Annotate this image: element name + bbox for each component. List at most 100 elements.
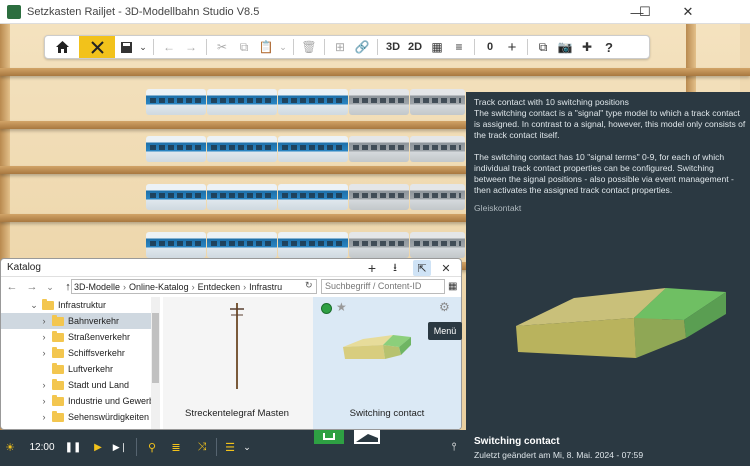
settings-sliders-icon[interactable]: ⫯ <box>446 438 462 456</box>
maximize-button[interactable]: ☐ <box>626 0 664 24</box>
model-info-panel: Track contact with 10 switching position… <box>466 92 750 466</box>
search-input[interactable]: Suchbegriff / Content-ID <box>321 279 445 294</box>
chevron-right-icon[interactable]: › <box>39 396 49 406</box>
history-chevron-icon[interactable]: ⌄ <box>43 282 57 293</box>
undock-icon[interactable]: ⇱ <box>413 260 431 276</box>
catalog-item-label: Switching contact <box>349 408 425 419</box>
layers-icon[interactable]: ≣ <box>168 438 184 456</box>
catalog-title: Katalog <box>7 262 41 273</box>
window-title: Setzkasten Railjet - 3D-Modellbahn Studi… <box>27 5 260 18</box>
chevron-right-icon[interactable]: › <box>39 316 49 326</box>
breadcrumb[interactable]: 3D-Modelle › Online-Katalog › Entdecken … <box>71 279 317 294</box>
chevron-right-icon[interactable]: › <box>39 348 49 358</box>
tree-item[interactable]: › Sehenswürdigkeiten <box>39 409 149 425</box>
view-3d-button[interactable]: 3D <box>382 36 404 58</box>
pause-icon[interactable]: ❚❚ <box>65 438 82 456</box>
model-description: Track contact with 10 switching position… <box>474 97 746 195</box>
tree-item-label: Stadt und Land <box>68 380 130 390</box>
train-control-indicator[interactable] <box>314 430 344 444</box>
close-icon[interactable]: ✕ <box>437 260 455 276</box>
catalog-item[interactable]: ★ ⚙ Switching contact <box>313 297 461 429</box>
catalog-item-label: Streckentelegraf Masten <box>185 408 289 419</box>
view-grid-icon[interactable]: ▦ <box>448 281 457 292</box>
tree-item[interactable]: › Bahnverkehr <box>1 313 151 329</box>
breadcrumb-item[interactable]: Infrastru <box>247 282 284 292</box>
cut-icon[interactable]: ✂ <box>211 36 233 58</box>
link-icon[interactable]: 🔗 <box>351 36 373 58</box>
app-icon <box>7 4 21 19</box>
forward-icon[interactable]: → <box>25 281 39 293</box>
view-2d-button[interactable]: 2D <box>404 36 426 58</box>
help-button[interactable]: ? <box>598 36 620 58</box>
railjet-train-model[interactable] <box>146 232 466 258</box>
list-icon[interactable]: ☰ <box>222 438 238 456</box>
tree-item[interactable]: › Stadt und Land <box>39 377 129 393</box>
save-dropdown-chevron-icon[interactable]: ⌄ <box>137 36 149 58</box>
breadcrumb-item[interactable]: Entdecken <box>196 282 243 292</box>
layers-icon[interactable]: ≡ <box>448 36 470 58</box>
sun-icon[interactable]: ☀ <box>2 438 18 456</box>
refresh-icon[interactable]: ↻ <box>305 280 313 291</box>
catalog-navbar: ← → ⌄ ↑ 3D-Modelle › Online-Katalog › En… <box>1 278 461 296</box>
folder-icon <box>52 394 64 406</box>
folder-icon <box>52 314 64 326</box>
breadcrumb-item[interactable]: Online-Katalog <box>127 282 191 292</box>
model-preview-image <box>516 288 726 358</box>
railjet-train-model[interactable] <box>146 89 466 115</box>
catalog-window: Katalog + ⭳ ⇱ ✕ ← → ⌄ ↑ 3D-Modelle › Onl… <box>0 258 462 430</box>
add-icon[interactable]: + <box>501 36 523 58</box>
tree-item[interactable]: › Industrie und Gewerbe <box>39 393 159 409</box>
paste-dropdown-chevron-icon[interactable]: ⌄ <box>277 36 289 58</box>
undo-icon[interactable]: ← <box>158 36 180 58</box>
model-name: Switching contact <box>474 436 560 447</box>
catalog-header: Katalog + ⭳ ⇱ ✕ <box>1 259 461 277</box>
gear-icon[interactable]: ⚙ <box>439 300 450 314</box>
delete-icon[interactable]: 🗑 <box>298 36 320 58</box>
tools-icon[interactable] <box>79 36 115 58</box>
redo-icon[interactable]: → <box>180 36 202 58</box>
chevron-down-icon[interactable]: ⌄ <box>29 300 39 311</box>
group-icon[interactable]: ⊞ <box>329 36 351 58</box>
grid-icon[interactable]: ▦ <box>426 36 448 58</box>
play-icon[interactable]: ▶ <box>90 438 106 456</box>
counter-display: 0 <box>486 41 494 53</box>
close-button[interactable]: ✕ <box>668 0 708 24</box>
download-icon[interactable]: ⭳ <box>386 260 404 276</box>
search-icon[interactable]: ⚲ <box>144 438 160 456</box>
copy-icon[interactable]: ⧉ <box>233 36 255 58</box>
save-icon[interactable] <box>115 36 137 58</box>
menu-tooltip: Menü <box>428 322 462 340</box>
camera-icon[interactable]: 📷 <box>554 36 576 58</box>
add-icon[interactable]: + <box>363 260 381 276</box>
last-changed-text: Zuletzt geändert am Mi, 8. Mai. 2024 - 0… <box>474 450 644 460</box>
tree-item-label: Bahnverkehr <box>68 316 120 326</box>
fast-forward-icon[interactable]: ▶❘ <box>112 438 128 456</box>
breadcrumb-item[interactable]: 3D-Modelle <box>72 282 122 292</box>
tree-scrollbar[interactable] <box>151 297 160 429</box>
tree-item[interactable]: Luftverkehr <box>39 361 113 377</box>
tree-item[interactable]: ⌄ Infrastruktur <box>29 297 161 313</box>
back-icon[interactable]: ← <box>5 281 19 293</box>
chevron-right-icon[interactable]: › <box>39 412 49 422</box>
favorite-star-icon[interactable]: ★ <box>336 300 347 314</box>
railjet-train-model[interactable] <box>146 184 466 210</box>
tree-item[interactable]: › Schiffsverkehr <box>39 345 125 361</box>
catalog-item[interactable]: Streckentelegraf Masten <box>163 297 311 429</box>
online-status-icon <box>321 303 332 314</box>
chevron-right-icon[interactable]: › <box>39 332 49 342</box>
window-icon[interactable]: ⧉ <box>532 36 554 58</box>
shuffle-icon[interactable]: ⤨ <box>194 438 210 456</box>
list-dropdown-chevron-icon[interactable]: ⌄ <box>240 438 254 456</box>
puzzle-icon[interactable]: ✚ <box>576 36 598 58</box>
railjet-train-model[interactable] <box>146 136 466 162</box>
folder-icon <box>52 378 64 390</box>
tree-item-label: Straßenverkehr <box>68 332 131 342</box>
chevron-right-icon[interactable]: › <box>39 380 49 390</box>
tree-item-label: Industrie und Gewerbe <box>68 396 160 406</box>
simulation-statusbar: ☀ 12:00 ❚❚ ▶ ▶❘ ⚲ ≣ ⤨ ☰ ⌄ ⫯ <box>0 430 466 466</box>
tree-item[interactable]: › Straßenverkehr <box>39 329 130 345</box>
paste-icon[interactable]: 📋 <box>255 36 277 58</box>
home-icon[interactable] <box>45 36 79 58</box>
tree-item-label: Sehenswürdigkeiten <box>68 412 150 422</box>
terrain-indicator[interactable] <box>354 430 380 444</box>
